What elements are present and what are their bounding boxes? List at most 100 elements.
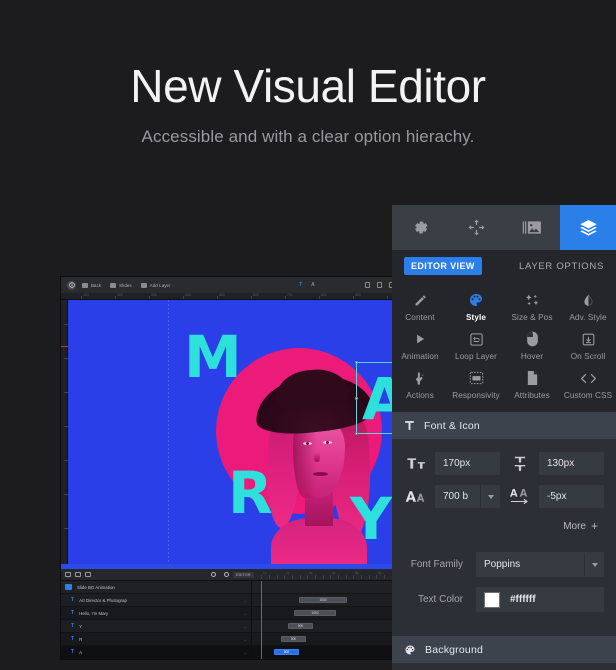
mouse-icon (526, 331, 539, 347)
text-layer-icon: T (71, 649, 74, 655)
font-weight-field: 700 b (404, 485, 500, 508)
timeline-row-end-icon[interactable]: → (243, 637, 247, 642)
timeline-loop-icon[interactable] (211, 572, 216, 577)
timeline-folder-icon[interactable] (85, 572, 91, 577)
tab-navigation[interactable] (448, 205, 504, 250)
timeline-track[interactable]: 1000 (257, 594, 399, 606)
editor-view-chip[interactable]: EDITOR VIEW (404, 257, 482, 275)
timeline-tick-6: 6s (378, 571, 381, 575)
line-height-field: 130px (508, 452, 604, 475)
text-icon (404, 420, 415, 431)
editor-toolbar-right (365, 277, 394, 293)
section-header-background[interactable]: Background (392, 636, 616, 663)
move-icon (467, 218, 486, 237)
page-subtitle: Accessible and with a clear option hiera… (142, 127, 475, 147)
font-size-input[interactable]: 170px (435, 452, 500, 475)
font-family-select[interactable]: Poppins (476, 552, 604, 577)
letter-spacing-input[interactable]: -5px (539, 485, 604, 508)
option-adv-style[interactable]: Adv. Style (560, 292, 616, 322)
timeline-track[interactable]: 500 (257, 633, 399, 645)
option-label: Actions (406, 391, 434, 400)
chevron-down-icon[interactable] (480, 485, 500, 508)
text-color-row: Text Color #ffffff (404, 587, 604, 612)
selection-handle-ml[interactable] (355, 397, 358, 400)
design-canvas[interactable]: M R (68, 300, 399, 564)
timeline-track[interactable]: 500 (257, 646, 399, 658)
option-on-scroll[interactable]: On Scroll (560, 331, 616, 361)
canvas-guide-line (168, 300, 169, 564)
timeline-tick-5: 5s (355, 571, 358, 575)
timeline-track[interactable]: 500 (257, 620, 399, 632)
tab-slides[interactable] (504, 205, 560, 250)
tab-layers[interactable] (560, 205, 616, 250)
option-actions[interactable]: Actions (392, 370, 448, 400)
option-loop-layer[interactable]: Loop Layer (448, 331, 504, 361)
selection-handle-bl[interactable] (355, 432, 358, 435)
editor-slides-button[interactable]: Slides (110, 283, 132, 288)
table-row[interactable]: T A → 500 (61, 646, 399, 659)
option-custom-css[interactable]: Custom CSS (560, 370, 616, 400)
option-content[interactable]: Content (392, 292, 448, 322)
section-header-font-icon[interactable]: Font & Icon (392, 412, 616, 439)
font-weight-icon (404, 490, 428, 503)
portrait-nose (314, 452, 320, 462)
timeline-bar[interactable]: 500 (288, 623, 313, 629)
option-responsivity[interactable]: Responsivity (448, 370, 504, 400)
portrait-pupil-right (326, 441, 329, 444)
option-label: Responsivity (452, 391, 500, 400)
text-layer-icon: T (71, 610, 74, 616)
timeline-bar-selected[interactable]: 500 (274, 649, 299, 655)
timeline-playhead[interactable] (261, 581, 262, 659)
timeline-row-end-icon[interactable]: → (243, 611, 247, 616)
option-attributes[interactable]: Attributes (504, 370, 560, 400)
editor-add-layer-button[interactable]: Add Layer (141, 283, 171, 288)
timeline-bar[interactable]: 1000 (299, 597, 347, 603)
font-weight-select[interactable]: 700 b (435, 485, 500, 508)
timeline-row-end-icon[interactable]: → (243, 650, 247, 655)
editor-back-button[interactable]: Back (82, 283, 101, 288)
timeline-bar[interactable]: 500 (281, 636, 306, 642)
text-tool-a-icon[interactable]: A (311, 282, 315, 288)
color-swatch[interactable] (484, 592, 500, 608)
table-row[interactable]: Slide BG Animation (61, 581, 399, 594)
timeline-track[interactable]: 1000 (257, 607, 399, 619)
timeline-divider (251, 633, 252, 645)
table-row[interactable]: T Y → 500 (61, 620, 399, 633)
palette-icon (404, 644, 416, 656)
option-size-pos[interactable]: Size & Pos (504, 292, 560, 322)
panel-title: LAYER OPTIONS (519, 261, 604, 272)
more-options-button[interactable]: More + (404, 518, 604, 542)
plus-icon: + (591, 520, 598, 532)
timeline-row-end-icon[interactable]: → (243, 598, 247, 603)
chevron-down-icon[interactable] (584, 553, 604, 576)
table-row[interactable]: T Art Director & Photograp → 1000 (61, 594, 399, 607)
canvas-letter-y[interactable]: Y (350, 496, 392, 544)
timeline-row-label: Y (79, 624, 82, 629)
option-label: Style (466, 313, 486, 322)
option-label: Size & Pos (511, 313, 552, 322)
line-height-input[interactable]: 130px (539, 452, 604, 475)
timeline-bar[interactable]: 1000 (294, 610, 336, 616)
timeline-eye-icon[interactable] (65, 572, 71, 577)
timeline-row-end-icon[interactable]: → (243, 624, 247, 629)
tab-settings[interactable] (392, 205, 448, 250)
page-root: New Visual Editor Accessible and with a … (0, 0, 616, 670)
timeline-track[interactable] (257, 581, 399, 593)
text-color-label: Text Color (404, 594, 476, 605)
option-hover[interactable]: Hover (504, 331, 560, 361)
text-tool-t-icon[interactable]: T (299, 282, 302, 288)
delete-icon[interactable] (377, 282, 382, 288)
option-style[interactable]: Style (448, 292, 504, 322)
portrait-mouth (313, 472, 328, 476)
selection-handle-tl[interactable] (355, 361, 358, 364)
duplicate-icon[interactable] (365, 282, 370, 288)
table-row[interactable]: T Hello, I'm Mary → 1000 (61, 607, 399, 620)
canvas-letter-m[interactable]: M (184, 334, 242, 382)
option-animation[interactable]: Animation (392, 331, 448, 361)
timeline-timer-icon[interactable] (224, 572, 229, 577)
text-layer-icon: T (71, 636, 74, 642)
timeline-list-icon[interactable] (75, 572, 81, 577)
text-color-field[interactable]: #ffffff (476, 587, 604, 612)
table-row[interactable]: T R → 500 (61, 633, 399, 646)
slider-logo-icon[interactable] (67, 281, 76, 290)
